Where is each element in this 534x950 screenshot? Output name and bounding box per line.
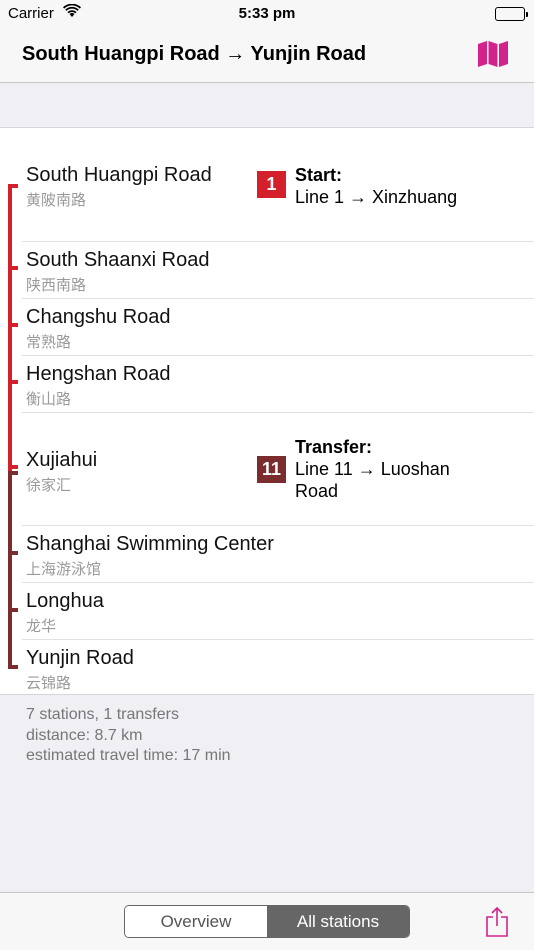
station-name-cn: 云锦路: [26, 675, 72, 692]
station-name-cn: 衡山路: [26, 391, 72, 408]
station-name-cn: 陕西南路: [26, 277, 87, 294]
station-name: Shanghai Swimming Center: [26, 533, 274, 555]
station-name: South Huangpi Road: [26, 164, 212, 186]
clock: 5:33 pm: [238, 5, 296, 22]
station-row[interactable]: South Huangpi Road 黄陂南路 1 Start: Line 1 …: [0, 128, 534, 242]
start-label: Start:: [295, 165, 343, 185]
line-1-badge: 1: [257, 171, 286, 198]
share-icon[interactable]: [484, 906, 510, 937]
line-11-badge: 11: [257, 456, 286, 483]
station-list: South Huangpi Road 黄陂南路 1 Start: Line 1 …: [0, 128, 534, 695]
travel-time: estimated travel time: 17 min: [26, 747, 231, 764]
station-name-cn: 常熟路: [26, 334, 72, 351]
station-name: Xujiahui: [26, 449, 98, 471]
station-name-cn: 龙华: [26, 618, 57, 635]
station-row[interactable]: Shanghai Swimming Center 上海游泳馆: [0, 526, 534, 583]
station-row[interactable]: Yunjin Road 云锦路: [0, 640, 534, 695]
station-name-cn: 徐家汇: [26, 477, 72, 494]
station-row[interactable]: Xujiahui 徐家汇 11 Transfer: Line 11 → Luos…: [0, 413, 534, 526]
segment-all-stations[interactable]: All stations: [267, 906, 409, 937]
view-segmented-control: Overview All stations: [124, 905, 410, 938]
stations-count: 7 stations, 1 transfers: [26, 706, 179, 723]
station-row[interactable]: Hengshan Road 衡山路: [0, 356, 534, 413]
station-name: Longhua: [26, 590, 104, 612]
route-summary: 7 stations, 1 transfers distance: 8.7 km…: [26, 705, 231, 767]
map-icon[interactable]: [478, 41, 508, 67]
transfer-label: Transfer:: [295, 437, 373, 457]
station-name: Changshu Road: [26, 306, 171, 328]
station-name-cn: 黄陂南路: [26, 192, 87, 209]
station-name: Hengshan Road: [26, 363, 171, 385]
station-row[interactable]: Longhua 龙华: [0, 583, 534, 640]
transfer-direction: Line 11 → Luoshan Road: [295, 459, 450, 501]
station-name: Yunjin Road: [26, 647, 134, 669]
battery-icon: [495, 7, 528, 21]
bottom-toolbar: Overview All stations: [0, 892, 534, 950]
station-name-cn: 上海游泳馆: [26, 561, 102, 578]
station-name: South Shaanxi Road: [26, 249, 210, 271]
segment-overview[interactable]: Overview: [125, 906, 267, 937]
navigation-bar: South Huangpi Road → Yunjin Road: [0, 28, 534, 83]
header-spacer: [0, 84, 534, 128]
distance: distance: 8.7 km: [26, 726, 143, 744]
route-title: South Huangpi Road → Yunjin Road: [22, 43, 367, 65]
station-row[interactable]: South Shaanxi Road 陕西南路: [0, 242, 534, 299]
start-direction: Line 1 → Xinzhuang: [295, 187, 458, 207]
station-row[interactable]: Changshu Road 常熟路: [0, 299, 534, 356]
status-bar: Carrier 5:33 pm: [0, 0, 534, 28]
